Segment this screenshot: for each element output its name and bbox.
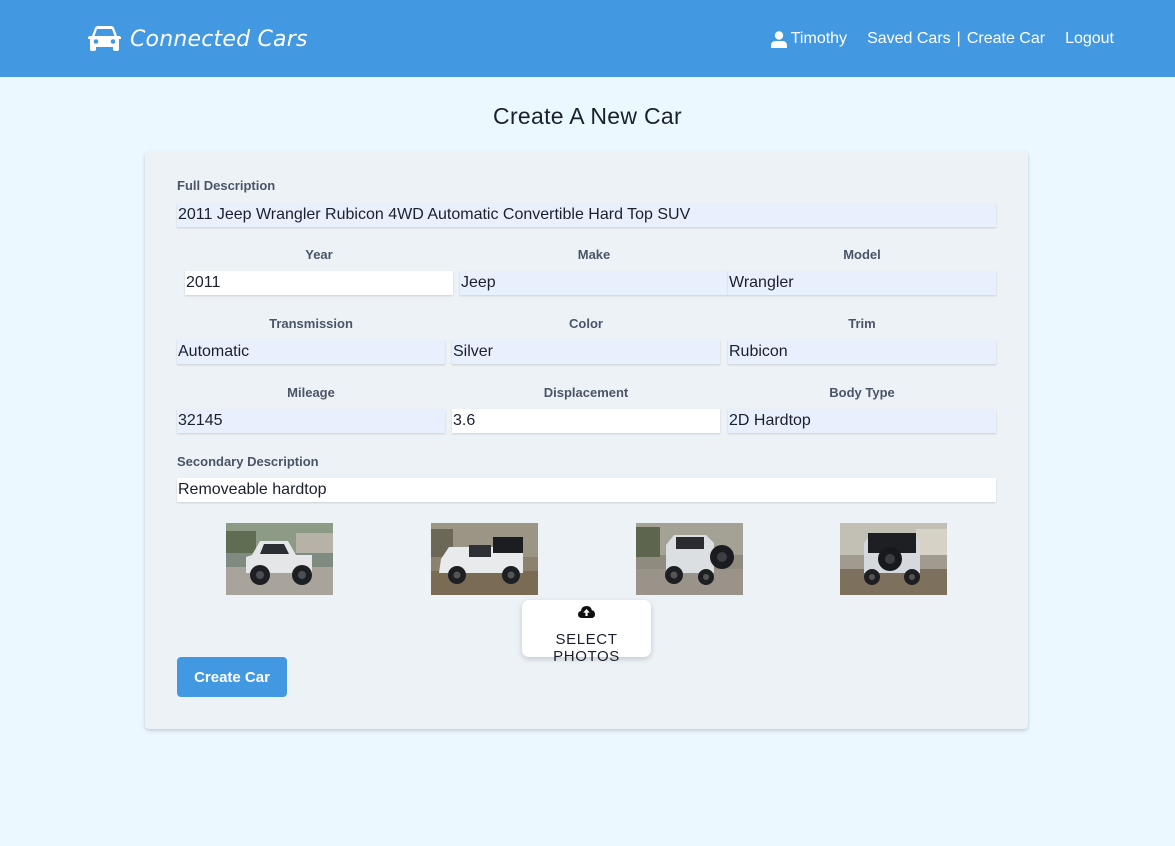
- select-photos-button[interactable]: SELECT PHOTOS: [522, 600, 651, 665]
- user-menu[interactable]: Timothy: [770, 30, 848, 48]
- user-icon: [770, 30, 787, 48]
- car-photo-thumbnail[interactable]: [226, 523, 333, 595]
- saved-cars-link[interactable]: Saved Cars: [867, 30, 951, 48]
- year-label: Year: [305, 247, 333, 262]
- create-car-link[interactable]: Create Car: [967, 30, 1045, 48]
- navbar: Connected Cars Timothy Saved Cars | Crea…: [0, 0, 1175, 77]
- logout-link[interactable]: Logout: [1065, 30, 1114, 48]
- color-label: Color: [569, 316, 603, 331]
- create-car-button[interactable]: Create Car: [177, 657, 287, 697]
- nav-separator: |: [956, 30, 961, 47]
- year-input[interactable]: [185, 271, 453, 295]
- car-icon: [88, 26, 121, 51]
- car-photo-thumbnail[interactable]: [636, 523, 743, 595]
- transmission-label: Transmission: [269, 316, 353, 331]
- model-input[interactable]: [728, 271, 996, 295]
- displacement-input[interactable]: [452, 409, 720, 433]
- body-type-input[interactable]: [728, 409, 996, 433]
- nav-links: Timothy Saved Cars | Create Car Logout: [770, 28, 1114, 50]
- brand-name: Connected Cars: [130, 26, 308, 52]
- car-photo-thumbnail[interactable]: [431, 523, 538, 595]
- user-name: Timothy: [790, 30, 848, 47]
- displacement-label: Displacement: [543, 385, 629, 400]
- model-label: Model: [843, 247, 881, 262]
- page-title: Create A New Car: [493, 103, 682, 129]
- secondary-description-label: Secondary Description: [177, 454, 319, 469]
- car-photo-thumbnail[interactable]: [840, 523, 947, 595]
- color-input[interactable]: [452, 340, 720, 364]
- trim-label: Trim: [848, 316, 876, 331]
- full-description-input[interactable]: [177, 203, 996, 227]
- make-input[interactable]: [460, 271, 728, 295]
- trim-input[interactable]: [728, 340, 996, 364]
- full-description-label: Full Description: [177, 178, 276, 193]
- brand-link[interactable]: Connected Cars: [88, 21, 308, 57]
- make-label: Make: [577, 247, 611, 262]
- mileage-input[interactable]: [177, 409, 445, 433]
- create-car-form: Full Description Year Make Model Transmi…: [145, 151, 1028, 729]
- select-photos-label: SELECT PHOTOS: [553, 631, 620, 665]
- cloud-upload-icon: [578, 606, 595, 618]
- mileage-label: Mileage: [287, 385, 335, 400]
- secondary-description-input[interactable]: [177, 478, 996, 502]
- transmission-input[interactable]: [177, 340, 445, 364]
- body-type-label: Body Type: [829, 385, 895, 400]
